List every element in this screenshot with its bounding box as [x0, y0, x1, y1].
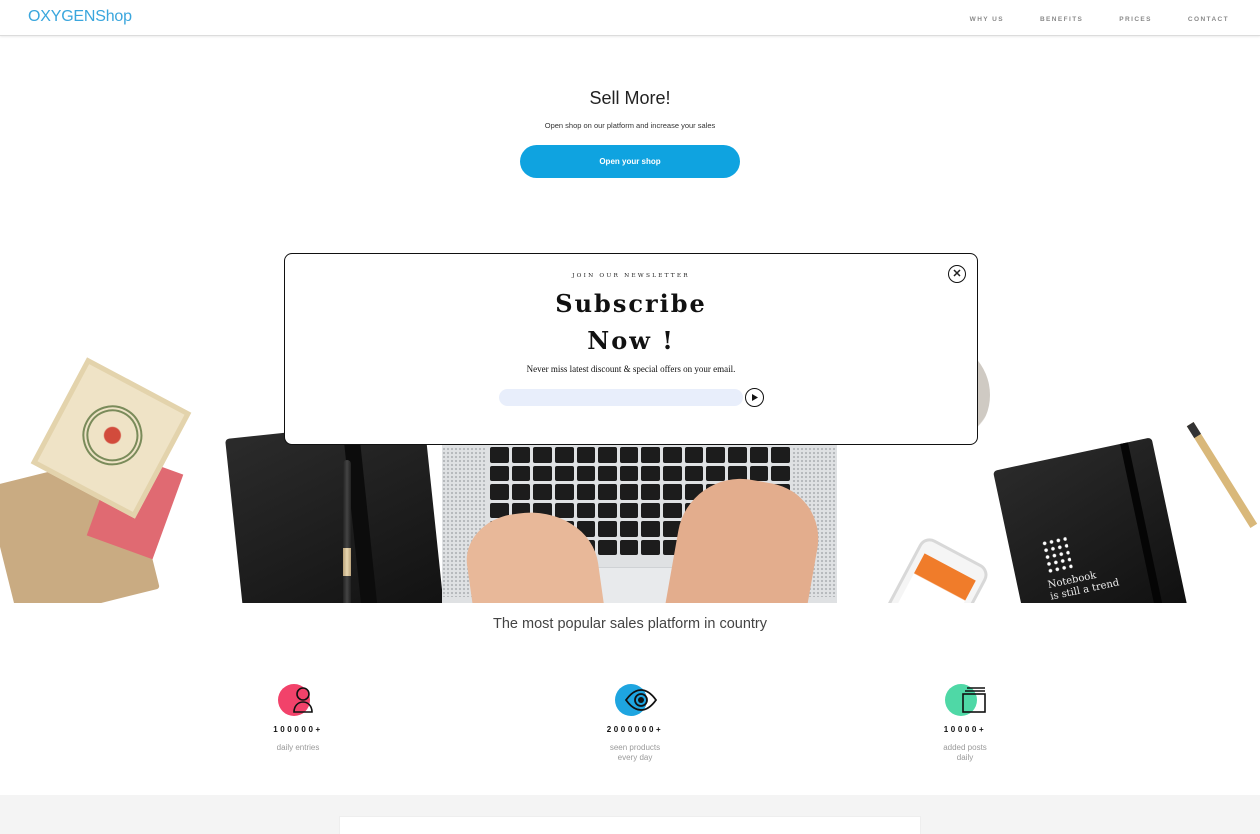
keyboard-key [511, 465, 531, 481]
hero-title: Sell More! [589, 88, 671, 108]
keyboard-key [684, 465, 704, 481]
keyboard-key [576, 502, 596, 518]
nav-link-benefits[interactable]: BENEFITS [1040, 16, 1083, 23]
stat-value: 100000+ [273, 725, 323, 734]
keyboard-key [533, 447, 552, 463]
keyboard-key [706, 447, 726, 463]
stat-value: 10000+ [943, 725, 987, 734]
keyboard-key [619, 465, 639, 481]
next-section-card [339, 816, 921, 834]
keyboard-key [598, 502, 617, 518]
modal-title-line-1: Subscribe [555, 289, 707, 318]
stat-value: 2000000+ [606, 725, 664, 734]
keyboard-key [511, 447, 531, 463]
modal-kicker: JOIN OUR NEWSLETTER [572, 273, 690, 279]
keyboard-key [598, 447, 617, 463]
notebook-elastic [1120, 442, 1170, 603]
subscribe-submit-button[interactable] [745, 388, 764, 407]
pencil [1186, 421, 1258, 529]
phone-screen [887, 553, 976, 603]
keyboard-key [663, 447, 682, 463]
black-notebook-left [225, 418, 445, 603]
keyboard-key [511, 484, 531, 500]
pen [343, 460, 351, 603]
keyboard-key [598, 539, 617, 555]
stat-label: added posts daily [943, 743, 987, 762]
keyboard-key [749, 447, 769, 463]
keyboard-key [663, 484, 682, 500]
site-header: OXYGENShop WHY US BENEFITS PRICES CONTAC… [0, 0, 1260, 36]
modal-title-line-2: Now ! [587, 326, 675, 355]
keyboard-key [598, 465, 617, 481]
nav-link-contact[interactable]: CONTACT [1188, 16, 1229, 23]
keyboard-key [598, 521, 617, 537]
nav-link-prices[interactable]: PRICES [1119, 16, 1152, 23]
open-shop-button[interactable]: Open your shop [520, 145, 740, 178]
keyboard-key [684, 447, 704, 463]
pencil-nib [1186, 421, 1202, 439]
newsletter-modal: ✕ JOIN OUR NEWSLETTER Subscribe Now ! Ne… [284, 253, 978, 445]
stat-icon-wrap [278, 684, 318, 716]
black-notebook-right: Notebook is still a trend [992, 437, 1194, 603]
keyboard-key [641, 465, 661, 481]
keyboard-key [619, 521, 639, 537]
keyboard-key [619, 539, 639, 555]
landing-page: OXYGENShop WHY US BENEFITS PRICES CONTAC… [0, 0, 1260, 834]
nav-link-why-us[interactable]: WHY US [970, 16, 1004, 23]
keyboard-key [490, 484, 509, 500]
stat-daily-entries: 100000+ daily entries [238, 684, 358, 753]
flower-pattern [71, 394, 153, 476]
keyboard-key [619, 484, 639, 500]
keyboard-key [490, 447, 509, 463]
keyboard-key [641, 484, 661, 500]
stat-seen-products: 2000000+ seen products every day [575, 684, 695, 763]
notebook-dots-logo [1040, 535, 1073, 574]
stat-added-posts: 10000+ added posts daily [905, 684, 1025, 763]
keyboard-key [554, 447, 574, 463]
keyboard-key [771, 447, 790, 463]
eye-icon [625, 689, 657, 711]
keyboard-key [641, 502, 661, 518]
keyboard-key [663, 465, 682, 481]
main-nav: WHY US BENEFITS PRICES CONTACT [934, 16, 1229, 23]
modal-description: Never miss latest discount & special off… [526, 364, 736, 374]
keyboard-key [663, 502, 682, 518]
keyboard-key [641, 539, 661, 555]
keyboard-key [533, 484, 552, 500]
newsletter-email-input[interactable] [499, 389, 743, 406]
keyboard-key [490, 465, 509, 481]
keyboard-key [749, 465, 769, 481]
hero-subtitle: Open shop on our platform and increase y… [544, 121, 716, 130]
keyboard-key [533, 465, 552, 481]
stat-label: daily entries [276, 743, 320, 752]
stat-icon-wrap [615, 684, 657, 716]
keyboard-key [771, 465, 790, 481]
keyboard-key [728, 447, 747, 463]
smartphone [868, 534, 992, 603]
modal-title: Subscribe Now ! [285, 285, 977, 359]
stat-icon-wrap [945, 684, 986, 716]
stat-label: seen products every day [609, 743, 661, 762]
keyboard-key [706, 465, 726, 481]
keyboard-key [576, 447, 596, 463]
play-icon [752, 394, 758, 401]
keyboard-key [576, 465, 596, 481]
keyboard-key [554, 502, 574, 518]
keyboard-key [641, 521, 661, 537]
pen-tip [343, 548, 351, 576]
keyboard-key [598, 484, 617, 500]
keyboard-key [576, 484, 596, 500]
keyboard-key [619, 447, 639, 463]
user-icon [293, 687, 313, 713]
keyboard-key [554, 465, 574, 481]
keyboard-key [641, 447, 661, 463]
posts-icon [962, 687, 986, 713]
keyboard-key [619, 502, 639, 518]
tagline: The most popular sales platform in count… [492, 616, 767, 632]
brand-logo[interactable]: OXYGENShop [28, 8, 132, 26]
keyboard-key [554, 484, 574, 500]
